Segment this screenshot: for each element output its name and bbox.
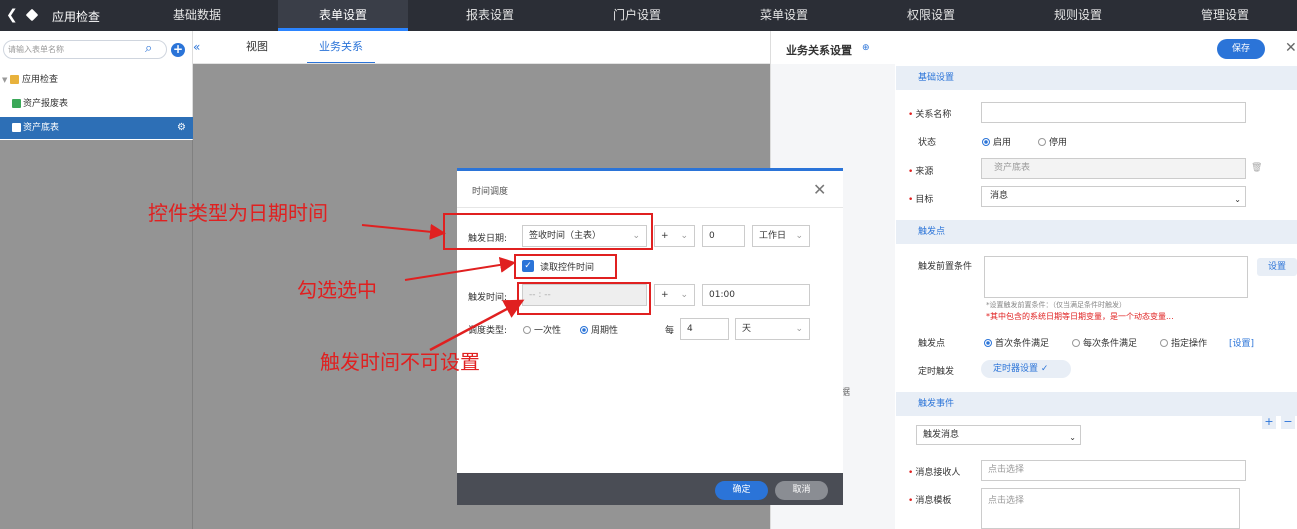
annotation-arrows (361, 223, 525, 352)
arrow-to-time (429, 299, 525, 352)
arrow-to-checkbox (404, 256, 516, 281)
arrow-to-date (361, 223, 446, 240)
